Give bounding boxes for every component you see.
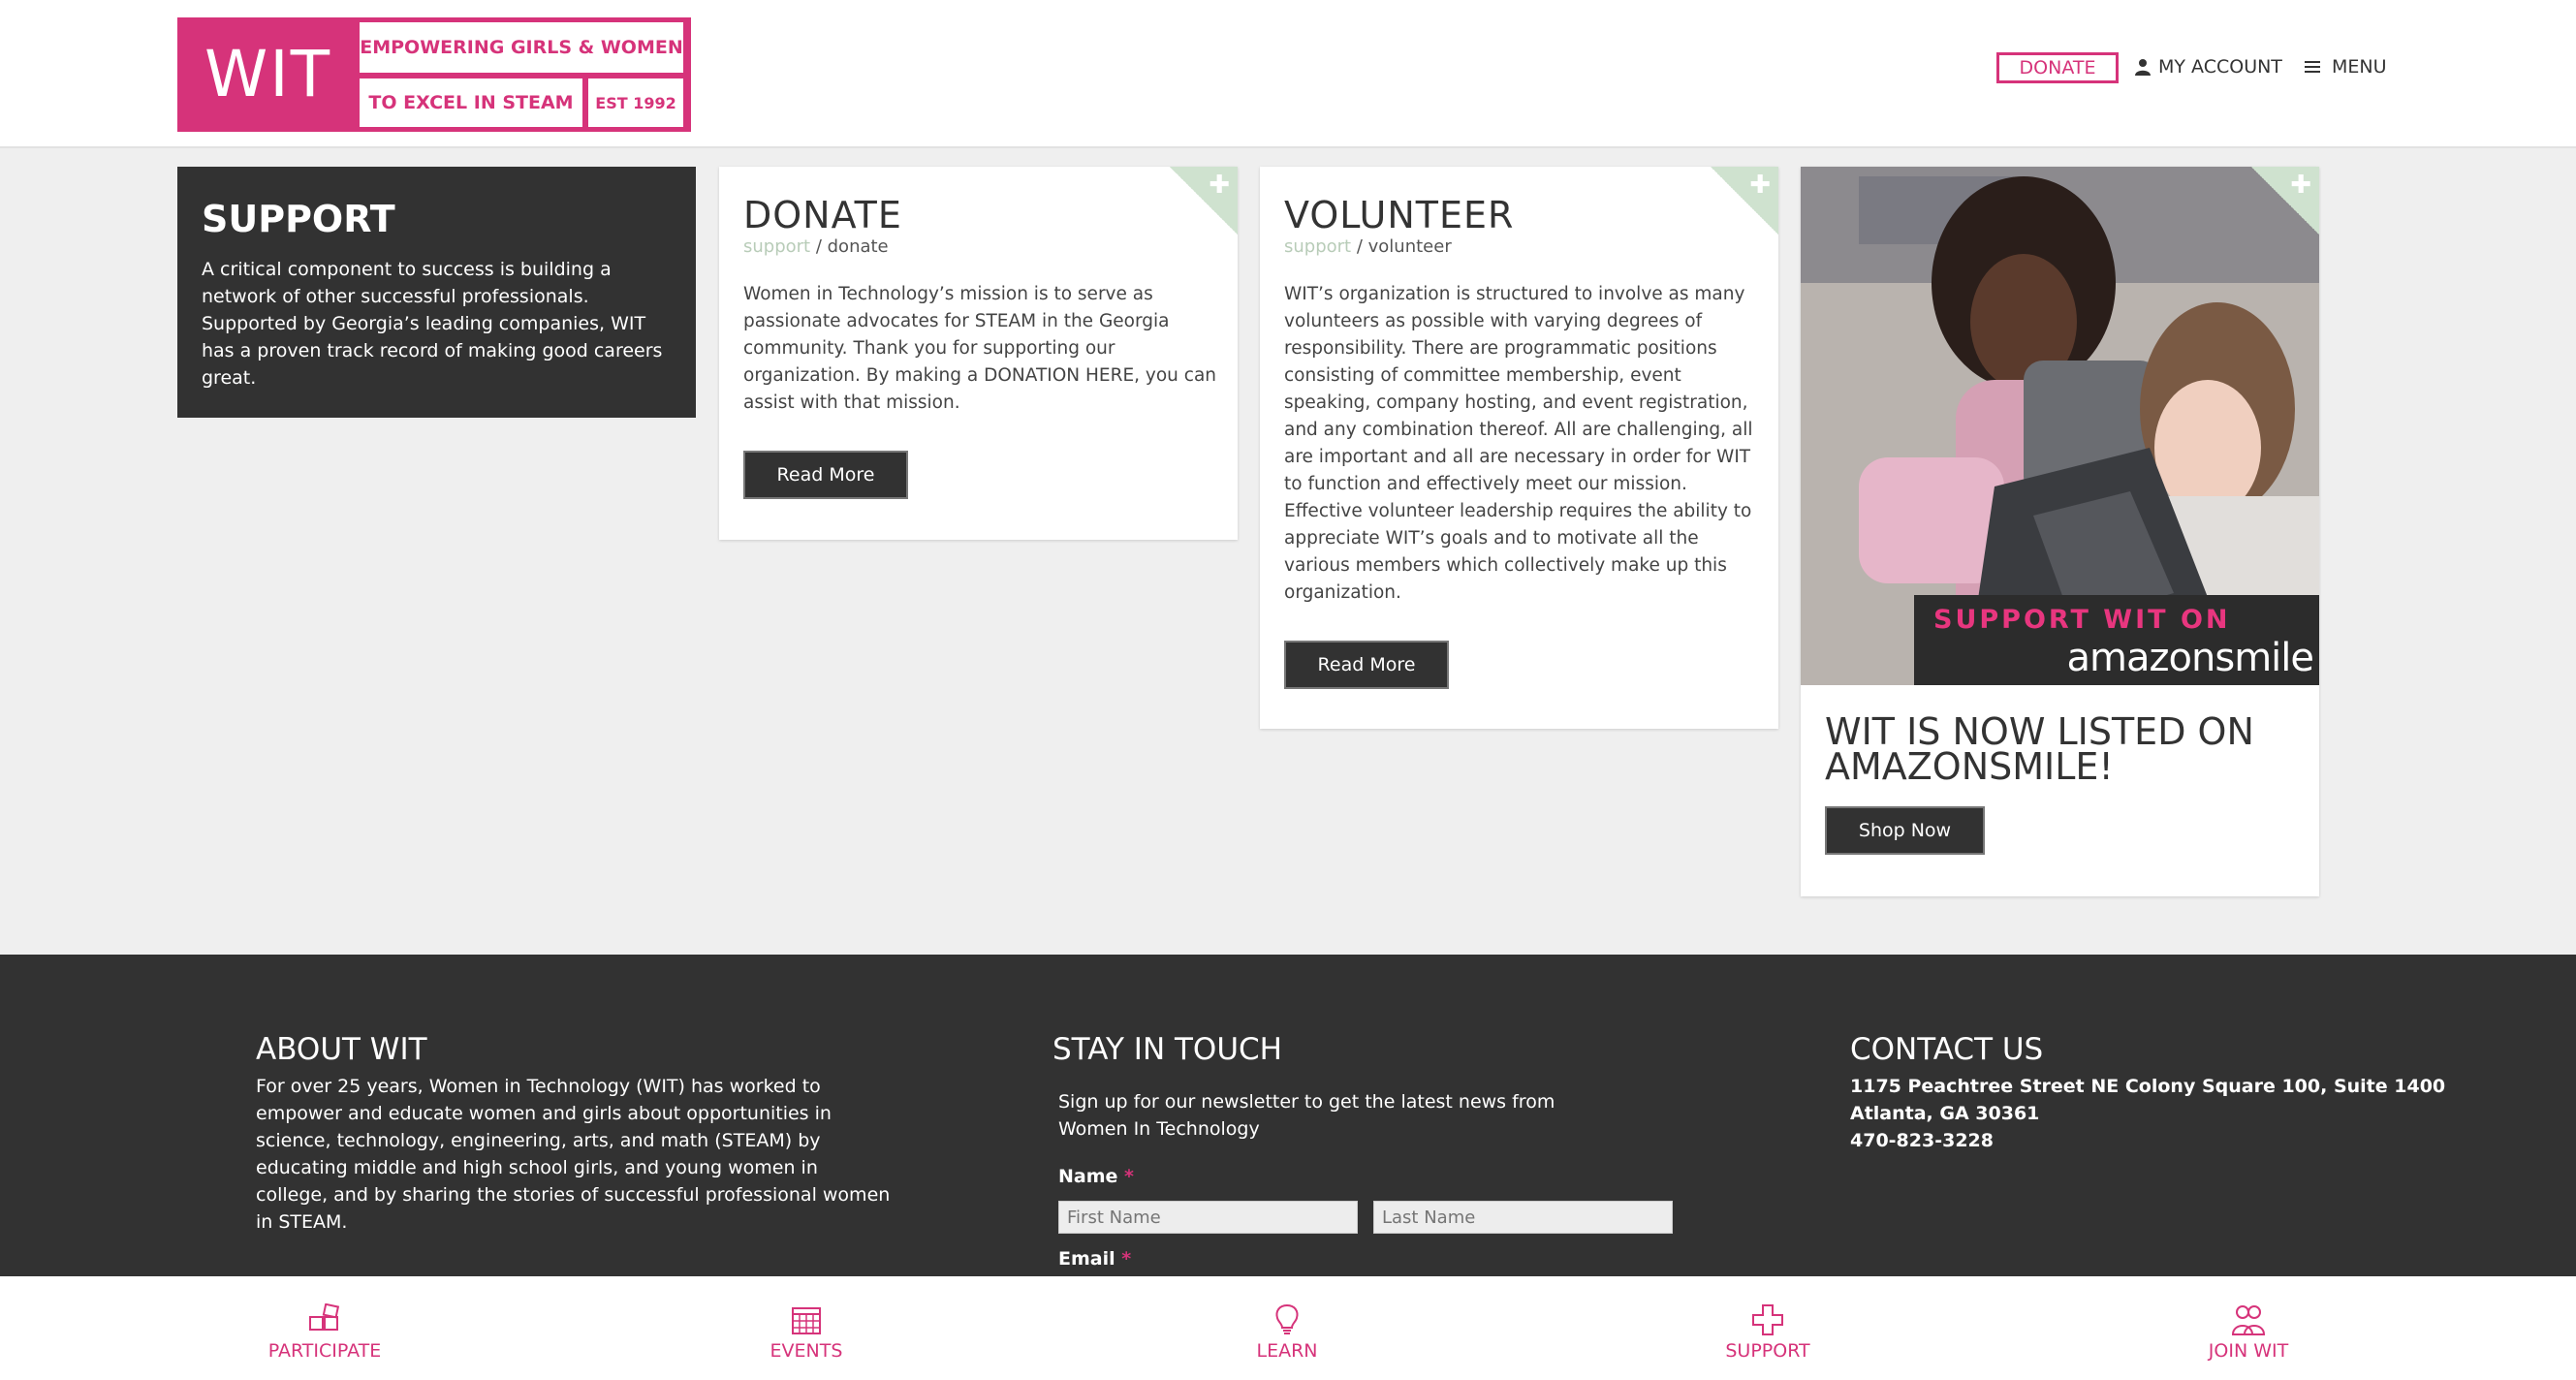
logo-wordmark: WIT — [204, 37, 332, 111]
corner-plus-badge: ✚ — [1170, 167, 1238, 235]
donate-read-more-button[interactable]: Read More — [743, 451, 908, 499]
banner-line-1: SUPPORT WIT ON — [1933, 605, 2231, 635]
logo-tagline-1: EMPOWERING GIRLS & WOMEN — [360, 22, 683, 73]
hamburger-icon — [2305, 61, 2320, 73]
bottom-nav-join-wit[interactable]: JOIN WIT — [2152, 1303, 2345, 1362]
breadcrumb-separator: / — [810, 236, 828, 257]
my-account-label: MY ACCOUNT — [2158, 56, 2282, 78]
email-label-text: Email — [1058, 1248, 1115, 1270]
support-intro-card: SUPPORT A critical component to success … — [177, 167, 696, 418]
donate-card: ✚ DONATE support / donate Women in Techn… — [719, 167, 1238, 540]
breadcrumb-parent[interactable]: support — [1284, 236, 1351, 257]
girls-coding-photo[interactable]: SUPPORT WIT ON amazonsmile — [1801, 167, 2319, 685]
bottom-nav-events[interactable]: EVENTS — [709, 1303, 903, 1362]
first-name-input[interactable] — [1058, 1201, 1358, 1234]
required-mark: * — [1124, 1166, 1134, 1187]
bottom-nav-label: LEARN — [1256, 1340, 1318, 1362]
corner-plus-badge: ✚ — [1711, 167, 1778, 235]
plus-icon: ✚ — [1749, 171, 1771, 200]
stay-in-touch-title: STAY IN TOUCH — [1052, 1032, 1282, 1067]
volunteer-card: ✚ VOLUNTEER support / volunteer WIT’s or… — [1260, 167, 1778, 729]
wit-logo[interactable]: WIT EMPOWERING GIRLS & WOMEN TO EXCEL IN… — [177, 17, 691, 132]
breadcrumb-parent[interactable]: support — [743, 236, 810, 257]
volunteer-title: VOLUNTEER — [1284, 194, 1515, 236]
amazonsmile-card: SUPPORT WIT ON amazonsmile ✚ WIT IS NOW … — [1801, 167, 2319, 896]
bottom-nav-label: JOIN WIT — [2208, 1340, 2289, 1362]
address-line-2: Atlanta, GA 30361 — [1850, 1103, 2040, 1124]
about-title: ABOUT WIT — [256, 1032, 427, 1067]
site-header: WIT EMPOWERING GIRLS & WOMEN TO EXCEL IN… — [0, 0, 2576, 148]
address-line-1: 1175 Peachtree Street NE Colony Square 1… — [1850, 1076, 2446, 1097]
about-text: For over 25 years, Women in Technology (… — [256, 1076, 891, 1233]
squares-icon — [309, 1303, 340, 1331]
breadcrumb: support / volunteer — [1284, 236, 1452, 257]
shop-now-button[interactable]: Shop Now — [1825, 806, 1985, 855]
last-name-input[interactable] — [1373, 1201, 1673, 1234]
required-mark: * — [1121, 1248, 1132, 1270]
amazonsmile-banner: SUPPORT WIT ON amazonsmile — [1914, 595, 2319, 685]
people-icon — [2231, 1305, 2266, 1335]
calendar-icon — [792, 1307, 821, 1334]
contact-title: CONTACT US — [1850, 1032, 2044, 1067]
donate-text: Women in Technology’s mission is to serv… — [743, 284, 1217, 413]
breadcrumb-current: donate — [827, 236, 889, 257]
corner-plus-badge: ✚ — [2251, 167, 2319, 235]
bottom-nav-learn[interactable]: LEARN — [1190, 1303, 1384, 1362]
support-text: A critical component to success is build… — [202, 259, 663, 389]
email-label: Email * — [1058, 1248, 1131, 1270]
bottom-nav-bar: PARTICIPATE EVENTS LEARN SUPPORT JOIN WI… — [0, 1276, 2576, 1380]
bottom-nav-label: SUPPORT — [1725, 1340, 1810, 1362]
site-footer: ABOUT WIT For over 25 years, Women in Te… — [0, 955, 2576, 1276]
name-label-text: Name — [1058, 1166, 1118, 1187]
bottom-nav-support[interactable]: SUPPORT — [1671, 1303, 1865, 1362]
lightbulb-icon — [1275, 1303, 1299, 1334]
phone-number[interactable]: 470-823-3228 — [1850, 1127, 2445, 1154]
donate-button[interactable]: DONATE — [1996, 52, 2119, 83]
my-account-link[interactable]: MY ACCOUNT — [2135, 56, 2282, 78]
volunteer-read-more-button[interactable]: Read More — [1284, 641, 1449, 689]
contact-info: 1175 Peachtree Street NE Colony Square 1… — [1850, 1073, 2445, 1154]
breadcrumb-current: volunteer — [1367, 236, 1452, 257]
bottom-nav-participate[interactable]: PARTICIPATE — [228, 1303, 422, 1362]
logo-established: EST 1992 — [588, 78, 683, 127]
volunteer-text: WIT’s organization is structured to invo… — [1284, 284, 1753, 603]
bottom-nav-label: PARTICIPATE — [267, 1340, 382, 1362]
breadcrumb: support / donate — [743, 236, 889, 257]
bottom-nav-label: EVENTS — [770, 1340, 843, 1362]
user-icon — [2135, 59, 2151, 76]
newsletter-text: Sign up for our newsletter to get the la… — [1058, 1091, 1555, 1140]
amazonsmile-logo: amazonsmile — [2066, 636, 2314, 680]
amazonsmile-title: WIT IS NOW LISTED ON AMAZONSMILE! — [1825, 710, 2254, 788]
breadcrumb-separator: / — [1351, 236, 1368, 257]
support-title: SUPPORT — [202, 198, 395, 240]
menu-label: MENU — [2332, 56, 2387, 78]
logo-tagline-2: TO EXCEL IN STEAM — [360, 78, 582, 127]
plus-icon — [1752, 1304, 1783, 1335]
plus-icon: ✚ — [1209, 171, 1230, 200]
plus-icon: ✚ — [2290, 171, 2311, 200]
menu-button[interactable]: MENU — [2305, 56, 2387, 78]
donate-title: DONATE — [743, 194, 902, 236]
name-label: Name * — [1058, 1166, 1134, 1187]
